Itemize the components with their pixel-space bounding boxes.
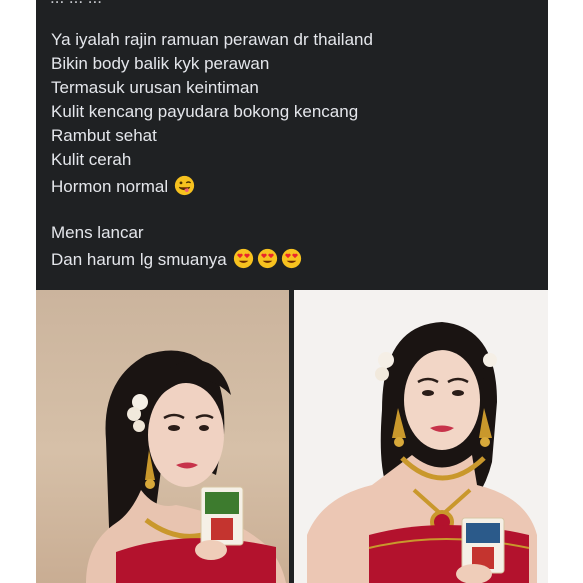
- post-line-7: Hormon normal: [51, 172, 541, 201]
- screenshot-page: ... ... ... Ya iyalah rajin ramuan peraw…: [0, 0, 583, 583]
- post-body: Ya iyalah rajin ramuan perawan dr thaila…: [51, 28, 541, 274]
- winking-face-with-tongue-icon: [175, 175, 195, 196]
- post-line-8: Mens lancar: [51, 223, 144, 242]
- post-line-7-text: Hormon normal: [51, 177, 169, 196]
- heart-eyes-icon: [281, 248, 301, 269]
- photo-left[interactable]: [36, 290, 289, 583]
- post-blank-line: [51, 201, 541, 221]
- post-line-9-text: Dan harum lg smuanya: [51, 250, 227, 269]
- heart-eyes-icon: [257, 248, 277, 269]
- post-line-3: Termasuk urusan keintiman: [51, 78, 259, 97]
- post-line-2: Bikin body balik kyk perawan: [51, 54, 270, 73]
- post-text-panel: ... ... ... Ya iyalah rajin ramuan peraw…: [36, 0, 548, 290]
- photo-right[interactable]: [294, 290, 548, 583]
- post-line-5: Rambut sehat: [51, 126, 157, 145]
- truncated-previous-line: ... ... ...: [50, 0, 102, 8]
- photo-right-illustration: [307, 322, 537, 583]
- post-line-6: Kulit cerah: [51, 150, 132, 169]
- post-line-4: Kulit kencang payudara bokong kencang: [51, 102, 359, 121]
- post-line-9: Dan harum lg smuanya: [51, 245, 541, 274]
- post-line-1: Ya iyalah rajin ramuan perawan dr thaila…: [51, 30, 373, 49]
- heart-eyes-icon: [233, 248, 253, 269]
- photo-left-illustration: [86, 350, 286, 583]
